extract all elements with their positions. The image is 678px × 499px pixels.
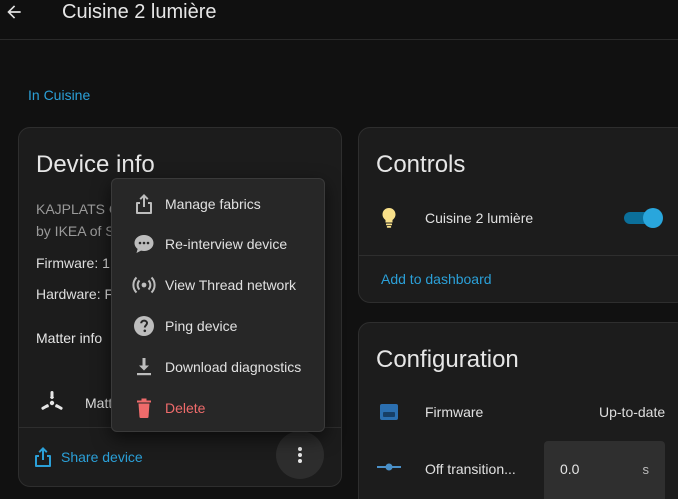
help-circle-icon — [134, 316, 154, 336]
off-transition-unit: s — [642, 462, 650, 477]
device-info-title: Device info — [36, 151, 155, 178]
menu-item-delete[interactable]: Delete — [112, 388, 324, 428]
share-icon — [35, 447, 51, 467]
firmware-status: Up-to-date — [599, 404, 666, 420]
menu-item-view-thread-network[interactable]: View Thread network — [112, 265, 324, 305]
toggle-knob — [643, 208, 663, 228]
menu-item-re-interview[interactable]: Re-interview device — [112, 224, 324, 264]
more-options-button[interactable] — [276, 431, 324, 479]
controls-title: Controls — [376, 151, 466, 178]
matter-label: Matt — [85, 395, 113, 411]
share-device-label: Share device — [61, 449, 143, 465]
device-model: KAJPLATS C — [36, 201, 119, 217]
matter-info-heading: Matter info — [36, 330, 103, 346]
add-to-dashboard-button[interactable]: Add to dashboard — [381, 271, 492, 287]
matter-logo-icon — [41, 391, 63, 410]
menu-item-label: Re-interview device — [165, 236, 288, 252]
controls-card: Controls Cuisine 2 lumière Add to dashbo… — [358, 127, 678, 303]
device-hardware: Hardware: F — [36, 286, 114, 302]
off-transition-input[interactable]: 0.0 s — [544, 441, 665, 499]
share-device-button[interactable]: Share device — [33, 442, 143, 472]
entity-name: Cuisine 2 lumière — [425, 210, 534, 226]
divider — [359, 255, 678, 256]
off-transition-value: 0.0 — [560, 461, 580, 477]
trash-icon — [137, 398, 151, 418]
top-app-bar: Cuisine 2 lumière — [0, 0, 678, 40]
download-icon — [137, 358, 151, 376]
menu-item-ping-device[interactable]: Ping device — [112, 306, 324, 346]
firmware-icon — [380, 404, 398, 420]
device-firmware: Firmware: 1 — [36, 255, 110, 271]
menu-item-label: Download diagnostics — [165, 359, 302, 375]
menu-item-label: Ping device — [165, 318, 238, 334]
firmware-label: Firmware — [425, 404, 484, 420]
transition-icon — [377, 463, 401, 471]
menu-item-manage-fabrics[interactable]: Manage fabrics — [112, 184, 324, 224]
dots-vertical-icon — [298, 447, 302, 463]
page-title: Cuisine 2 lumière — [62, 1, 217, 23]
menu-item-download-diagnostics[interactable]: Download diagnostics — [112, 347, 324, 387]
menu-item-label: Delete — [165, 400, 206, 416]
device-manufacturer: by IKEA of S — [36, 223, 115, 239]
share-icon — [136, 194, 152, 214]
device-actions-menu: Manage fabrics Re-interview device View … — [111, 178, 325, 432]
chat-icon — [134, 235, 154, 253]
arrow-left-icon — [7, 5, 21, 19]
broadcast-icon — [132, 276, 156, 294]
light-toggle[interactable] — [623, 208, 663, 228]
lightbulb-icon — [382, 208, 396, 228]
back-button[interactable] — [2, 0, 26, 24]
area-link[interactable]: In Cuisine — [28, 87, 90, 103]
entity-row[interactable]: Cuisine 2 lumière — [359, 202, 678, 234]
menu-item-label: View Thread network — [165, 277, 296, 293]
configuration-card: Configuration Firmware Up-to-date Off tr… — [358, 322, 678, 499]
menu-item-label: Manage fabrics — [165, 196, 261, 212]
off-transition-label: Off transition... — [425, 461, 516, 477]
configuration-title: Configuration — [376, 346, 519, 373]
